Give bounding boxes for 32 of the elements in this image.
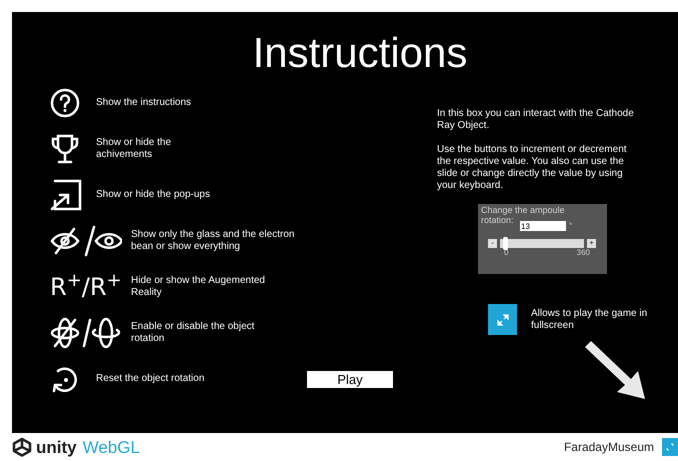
unity-logo-text: unity (36, 438, 77, 456)
fullscreen-icon (496, 314, 508, 326)
instruction-text: Hide or show the Augemented Reality (131, 275, 266, 299)
instruction-text: Enable or disable the object rotation (131, 321, 256, 345)
page-title: Instructions (252, 32, 468, 78)
help-icon (50, 88, 80, 118)
rotation-input[interactable]: 13 (520, 221, 566, 231)
slider-track[interactable] (500, 239, 584, 248)
slider-thumb[interactable] (502, 237, 508, 250)
degree-sign: ° (569, 222, 572, 230)
instruction-text: Show the instructions (96, 97, 192, 109)
webgl-logo-text: WebGL (82, 438, 140, 456)
play-button[interactable]: Play (307, 370, 393, 388)
arrow-icon (583, 339, 647, 401)
footer-title: FaradayMuseum (564, 441, 654, 453)
fullscreen-icon (666, 443, 674, 451)
unity-logo-icon (12, 437, 32, 457)
footer-fullscreen-button[interactable] (662, 438, 678, 456)
info-paragraph: In this box you can interact with the Cathode Ray Object. (437, 108, 635, 132)
rotation-toggle-icon (50, 316, 122, 350)
instruction-text: Reset the object rotation (96, 373, 206, 385)
ar-symbol: R$^{+}$/R$^{+}$ (50, 275, 122, 299)
instruction-text: Show or hide the pop-ups (96, 189, 211, 201)
fullscreen-button[interactable] (488, 304, 517, 335)
visibility-toggle-icon (50, 225, 122, 257)
popup-icon (50, 179, 82, 211)
info-paragraph: Use the buttons to increment or decrement the respective value. You also can use the slide or change directly the value by using your keyboard. (437, 144, 628, 192)
fullscreen-hint: Allows to play the game in fullscreen (531, 308, 648, 332)
trophy-icon (50, 133, 80, 165)
slider-max-label: 360 (576, 249, 590, 257)
instruction-text: Show or hide the achivements (96, 137, 172, 161)
instruction-text: Show only the glass and the electron bean or show everything (131, 229, 296, 253)
